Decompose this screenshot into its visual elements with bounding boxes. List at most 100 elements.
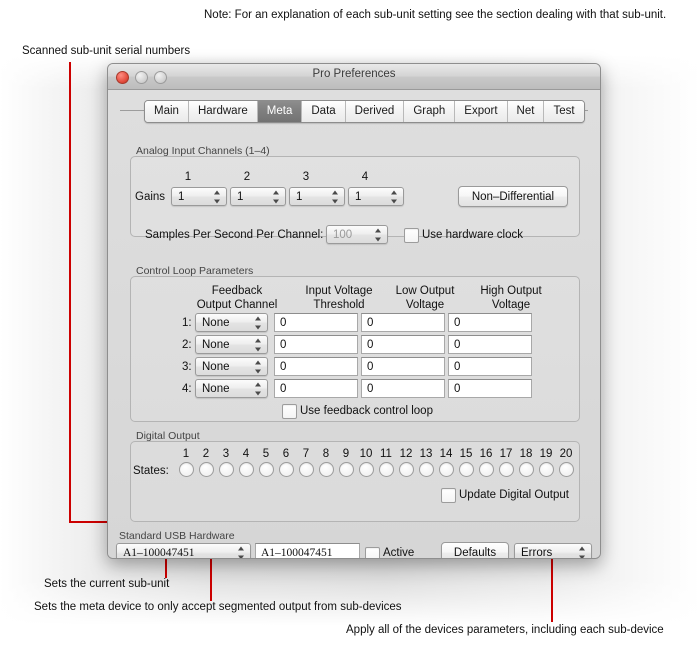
tab-data[interactable]: Data	[302, 101, 346, 122]
annotation-current-subunit: Sets the current sub-unit	[44, 578, 170, 590]
tab-net[interactable]: Net	[507, 101, 545, 122]
active-checkbox[interactable]	[365, 547, 380, 558]
digital-state-radio-16[interactable]	[479, 462, 494, 477]
stepper-icon[interactable]	[332, 190, 339, 203]
digital-channel-number-2: 2	[202, 448, 210, 460]
col-header-high-l1: High Output	[480, 285, 542, 297]
gain-value-3: 1	[296, 190, 303, 203]
digital-state-radio-7[interactable]	[299, 462, 314, 477]
high-voltage-field-4[interactable]: 0	[448, 379, 532, 398]
leader-line-serials-vertical	[69, 62, 71, 523]
digital-state-radio-10[interactable]	[359, 462, 374, 477]
digital-state-radio-12[interactable]	[399, 462, 414, 477]
digital-channel-number-17: 17	[499, 448, 513, 460]
digital-state-radio-3[interactable]	[219, 462, 234, 477]
tab-export[interactable]: Export	[455, 101, 508, 122]
digital-channel-number-19: 19	[539, 448, 553, 460]
digital-state-radio-18[interactable]	[519, 462, 534, 477]
gain-value-4: 1	[355, 190, 362, 203]
stepper-icon[interactable]	[579, 546, 586, 558]
serial-number-popup[interactable]: A1–100047451	[116, 543, 251, 559]
row-index-4: 4:	[182, 383, 192, 395]
digital-state-radio-6[interactable]	[279, 462, 294, 477]
threshold-value-2: 0	[280, 338, 287, 351]
high-voltage-field-3[interactable]: 0	[448, 357, 532, 376]
stepper-icon[interactable]	[255, 360, 262, 373]
tab-graph[interactable]: Graph	[404, 101, 456, 122]
high-voltage-value-3: 0	[454, 360, 461, 373]
digital-state-radio-13[interactable]	[419, 462, 434, 477]
leader-line-apply	[551, 556, 553, 622]
digital-state-radio-20[interactable]	[559, 462, 574, 477]
tab-main[interactable]: Main	[145, 101, 189, 122]
stepper-icon[interactable]	[255, 338, 262, 351]
feedback-channel-value-4: None	[202, 382, 230, 395]
high-voltage-field-1[interactable]: 0	[448, 313, 532, 332]
low-voltage-value-4: 0	[367, 382, 374, 395]
update-digital-output-label: Update Digital Output	[459, 489, 569, 501]
low-voltage-field-4[interactable]: 0	[361, 379, 445, 398]
digital-channel-number-5: 5	[262, 448, 270, 460]
feedback-channel-popup-4[interactable]: None	[195, 379, 268, 398]
digital-state-radio-11[interactable]	[379, 462, 394, 477]
col-header-feedback-l2: Output Channel	[196, 299, 278, 311]
col-header-high-l2: Voltage	[491, 299, 531, 311]
errors-popup[interactable]: Errors	[514, 543, 592, 558]
tab-test[interactable]: Test	[544, 101, 584, 122]
defaults-button[interactable]: Defaults	[441, 542, 509, 558]
threshold-field-2[interactable]: 0	[274, 335, 358, 354]
tab-derived[interactable]: Derived	[345, 101, 405, 122]
high-voltage-value-4: 0	[454, 382, 461, 395]
samples-per-second-popup[interactable]: 100	[326, 225, 388, 244]
col-header-low-l2: Voltage	[405, 299, 445, 311]
high-voltage-field-2[interactable]: 0	[448, 335, 532, 354]
stepper-icon[interactable]	[238, 546, 245, 558]
low-voltage-field-3[interactable]: 0	[361, 357, 445, 376]
threshold-field-3[interactable]: 0	[274, 357, 358, 376]
gain-value-2: 1	[237, 190, 244, 203]
update-digital-output-checkbox[interactable]	[441, 488, 456, 503]
digital-state-radio-8[interactable]	[319, 462, 334, 477]
feedback-channel-popup-1[interactable]: None	[195, 313, 268, 332]
feedback-channel-popup-2[interactable]: None	[195, 335, 268, 354]
annotation-segment-output: Sets the meta device to only accept segm…	[34, 601, 402, 613]
digital-state-radio-1[interactable]	[179, 462, 194, 477]
digital-state-radio-17[interactable]	[499, 462, 514, 477]
threshold-field-1[interactable]: 0	[274, 313, 358, 332]
gain-popup-4[interactable]: 1	[348, 187, 404, 206]
stepper-icon[interactable]	[255, 316, 262, 329]
digital-state-radio-9[interactable]	[339, 462, 354, 477]
window-titlebar[interactable]: Pro Preferences	[108, 64, 600, 90]
threshold-field-4[interactable]: 0	[274, 379, 358, 398]
stepper-icon[interactable]	[391, 190, 398, 203]
digital-channel-number-13: 13	[419, 448, 433, 460]
analog-channel-number-3: 3	[302, 171, 310, 183]
use-feedback-control-loop-checkbox[interactable]	[282, 404, 297, 419]
non-differential-button[interactable]: Non–Differential	[458, 186, 568, 207]
stepper-icon[interactable]	[375, 228, 382, 241]
digital-state-radio-4[interactable]	[239, 462, 254, 477]
use-hardware-clock-checkbox[interactable]	[404, 228, 419, 243]
gain-popup-1[interactable]: 1	[171, 187, 227, 206]
serial-number-field[interactable]: A1–100047451	[255, 543, 360, 558]
tab-hardware[interactable]: Hardware	[188, 101, 258, 122]
feedback-channel-popup-3[interactable]: None	[195, 357, 268, 376]
low-voltage-field-2[interactable]: 0	[361, 335, 445, 354]
threshold-value-3: 0	[280, 360, 287, 373]
digital-state-radio-15[interactable]	[459, 462, 474, 477]
stepper-icon[interactable]	[273, 190, 280, 203]
low-voltage-field-1[interactable]: 0	[361, 313, 445, 332]
digital-state-radio-5[interactable]	[259, 462, 274, 477]
tab-strip: Main Hardware Meta Data Derived Graph Ex…	[120, 100, 588, 123]
stepper-icon[interactable]	[214, 190, 221, 203]
gain-popup-3[interactable]: 1	[289, 187, 345, 206]
serial-number-popup-value: A1–100047451	[123, 547, 195, 559]
digital-state-radio-19[interactable]	[539, 462, 554, 477]
digital-state-radio-14[interactable]	[439, 462, 454, 477]
stepper-icon[interactable]	[255, 382, 262, 395]
digital-state-radio-2[interactable]	[199, 462, 214, 477]
col-header-threshold-l2: Threshold	[313, 299, 365, 311]
tab-meta[interactable]: Meta	[257, 101, 303, 122]
gain-popup-2[interactable]: 1	[230, 187, 286, 206]
digital-channel-number-8: 8	[322, 448, 330, 460]
